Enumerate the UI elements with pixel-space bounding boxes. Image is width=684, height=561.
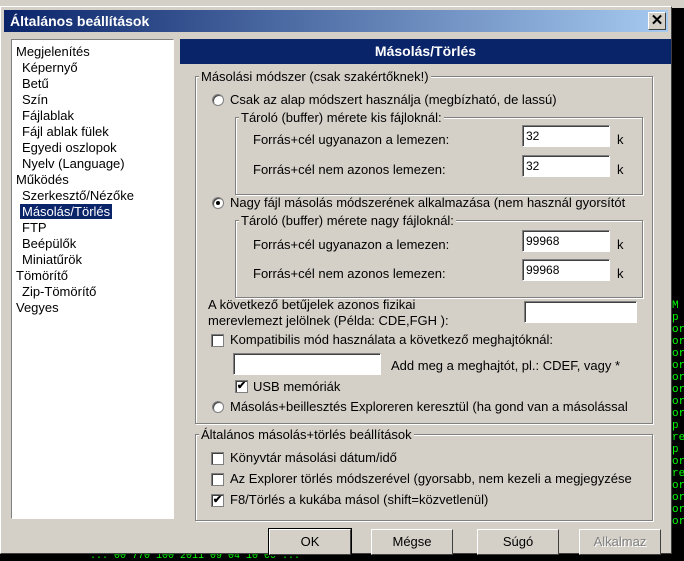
small-same-disk-label: Forrás+cél ugyanazon a lemezen:: [253, 132, 450, 147]
compat-drives-hint: Add meg a meghajtót, pl.: CDEF, vagy *: [391, 358, 621, 373]
tree-item[interactable]: Nyelv (Language): [20, 156, 127, 171]
big-diff-disk-input[interactable]: 99968: [522, 259, 610, 281]
cancel-button[interactable]: Mégse: [371, 529, 453, 555]
close-button[interactable]: ✕: [648, 12, 666, 30]
general-options-legend: Általános másolás+törlés beállítások: [199, 427, 414, 442]
radio-basic-method-label[interactable]: Csak az alap módszert használja (megbízh…: [230, 92, 557, 108]
tree-item[interactable]: Szín: [20, 92, 50, 107]
title-bar[interactable]: Általános beállítások ✕: [4, 10, 668, 32]
small-diff-disk-input[interactable]: 32: [522, 155, 610, 177]
check-mark-icon: ✔: [212, 494, 223, 506]
tree-item[interactable]: Képernyő: [20, 60, 80, 75]
small-same-disk-input[interactable]: 32: [522, 125, 610, 147]
tree-item[interactable]: Beépülők: [20, 236, 78, 251]
compat-mode-checkbox[interactable]: [211, 334, 224, 347]
small-diff-unit: k: [617, 162, 624, 177]
tree-item[interactable]: Fájl ablak fülek: [20, 124, 111, 139]
big-buffer-legend: Tároló (buffer) mérete nagy fájloknál:: [239, 213, 456, 228]
apply-button[interactable]: Alkalmaz: [579, 529, 661, 555]
big-diff-disk-label: Forrás+cél nem azonos lemezen:: [253, 266, 446, 281]
small-diff-disk-label: Forrás+cél nem azonos lemezen:: [253, 162, 446, 177]
usb-memory-checkbox[interactable]: ✔: [235, 380, 248, 393]
usb-memory-label[interactable]: USB memóriák: [253, 379, 340, 395]
panel-title: Másolás/Törlés: [180, 39, 671, 64]
tree-item[interactable]: Másolás/Törlés: [20, 204, 113, 219]
tree-item[interactable]: Zip-Tömörítő: [20, 284, 98, 299]
help-button[interactable]: Súgó: [477, 529, 559, 555]
tree-item[interactable]: Miniatűrök: [20, 252, 84, 267]
same-disk-letters-input[interactable]: [524, 301, 637, 323]
copy-method-legend: Másolási módszer (csak szakértőknek!): [199, 69, 431, 84]
explorer-delete-label[interactable]: Az Explorer törlés módszerével (gyorsabb…: [230, 471, 643, 487]
same-disk-letters-label-2: merevlemezt jelölnek (Példa: CDE,FGH ):: [208, 313, 449, 328]
settings-tree[interactable]: Megjelenítés Képernyő Betű Szín Fájlablak Fáj…: [11, 39, 174, 519]
tree-item[interactable]: FTP: [20, 220, 49, 235]
compat-drives-input[interactable]: [233, 353, 381, 375]
radio-explorer-method-label[interactable]: Másolás+beillesztés Exploreren keresztül…: [230, 399, 643, 415]
settings-dialog: Általános beállítások ✕ Megjelenítés Képe…: [0, 6, 672, 556]
radio-basic-method[interactable]: [212, 94, 224, 106]
explorer-delete-checkbox[interactable]: [211, 473, 224, 486]
dir-copy-date-checkbox[interactable]: [211, 452, 224, 465]
tree-item[interactable]: Működés: [14, 172, 71, 187]
tree-item[interactable]: Betű: [20, 76, 51, 91]
same-disk-letters-label-1: A következő betűjelek azonos fizikai: [208, 297, 416, 312]
window-title: Általános beállítások: [10, 13, 150, 29]
small-buffer-legend: Tároló (buffer) mérete kis fájloknál:: [239, 110, 444, 125]
tree-item[interactable]: Megjelenítés: [14, 44, 92, 59]
tree-item[interactable]: Fájlablak: [20, 108, 76, 123]
dir-copy-date-label[interactable]: Könyvtár másolási dátum/idő: [230, 450, 397, 466]
radio-big-file-method[interactable]: [212, 197, 224, 209]
tree-item[interactable]: Szerkesztő/Nézőke: [20, 188, 136, 203]
tree-item[interactable]: Vegyes: [14, 300, 61, 315]
ok-button[interactable]: OK: [268, 528, 352, 556]
compat-mode-label[interactable]: Kompatibilis mód használata a következő …: [230, 332, 553, 348]
big-same-unit: k: [617, 237, 624, 252]
radio-explorer-method[interactable]: [212, 401, 224, 413]
check-mark-icon: ✔: [236, 380, 247, 392]
f8-recycle-checkbox[interactable]: ✔: [211, 494, 224, 507]
radio-big-file-method-label[interactable]: Nagy fájl másolás módszerének alkalmazás…: [230, 195, 643, 211]
background-console-right: M p or or or or or or or or p re p or re…: [672, 300, 684, 561]
close-icon: ✕: [650, 12, 664, 29]
big-same-disk-input[interactable]: 99968: [522, 230, 610, 252]
tree-item[interactable]: Tömörítő: [14, 268, 70, 283]
small-same-unit: k: [617, 132, 624, 147]
tree-item[interactable]: Egyedi oszlopok: [20, 140, 119, 155]
big-diff-unit: k: [617, 266, 624, 281]
big-same-disk-label: Forrás+cél ugyanazon a lemezen:: [253, 237, 450, 252]
f8-recycle-label[interactable]: F8/Törlés a kukába másol (shift=közvetle…: [230, 492, 488, 508]
